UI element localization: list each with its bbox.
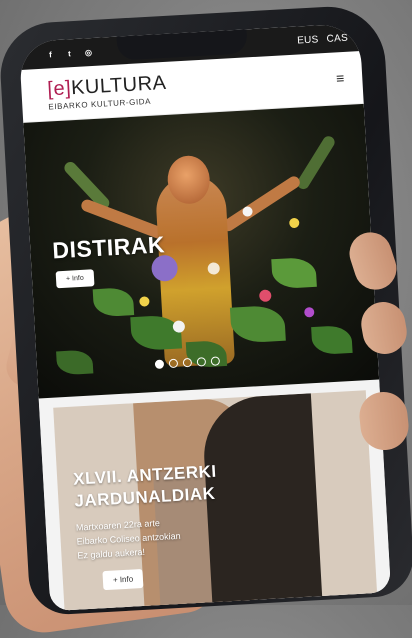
phone-frame: f t ◎ EUS CAS [e]KULTURA EIBARKO KULTUR-… [0,3,412,617]
site-logo[interactable]: [e]KULTURA EIBARKO KULTUR-GIDA [47,71,168,111]
instagram-icon[interactable]: ◎ [83,47,94,58]
slider-dot-1[interactable] [154,359,165,369]
social-links: f t ◎ [45,47,93,60]
facebook-icon[interactable]: f [45,49,56,60]
slider-dot-2[interactable] [168,358,179,369]
slider-dot-3[interactable] [182,357,193,368]
language-switcher: EUS CAS [297,32,348,46]
twitter-icon[interactable]: t [64,48,75,59]
event-card[interactable]: XLVII. ANTZERKI JARDUNALDIAK Martxoaren … [53,390,378,612]
slider-dot-4[interactable] [196,357,207,367]
lang-cas-link[interactable]: CAS [326,32,348,44]
slider-dot-5[interactable] [210,356,221,366]
event-card-artwork [200,393,323,604]
event-info-button[interactable]: + Info [102,568,144,591]
hero-slider[interactable]: DISTIRAK + Info [23,103,380,399]
event-card-text: XLVII. ANTZERKI JARDUNALDIAK Martxoaren … [73,461,221,561]
events-section: XLVII. ANTZERKI JARDUNALDIAK Martxoaren … [38,379,392,612]
phone-screen: f t ◎ EUS CAS [e]KULTURA EIBARKO KULTUR-… [18,23,392,612]
lang-eus-link[interactable]: EUS [297,34,319,46]
hero-info-button[interactable]: + Info [55,269,95,289]
hamburger-icon[interactable]: ≡ [336,70,345,86]
hero-title: DISTIRAK [51,231,166,264]
